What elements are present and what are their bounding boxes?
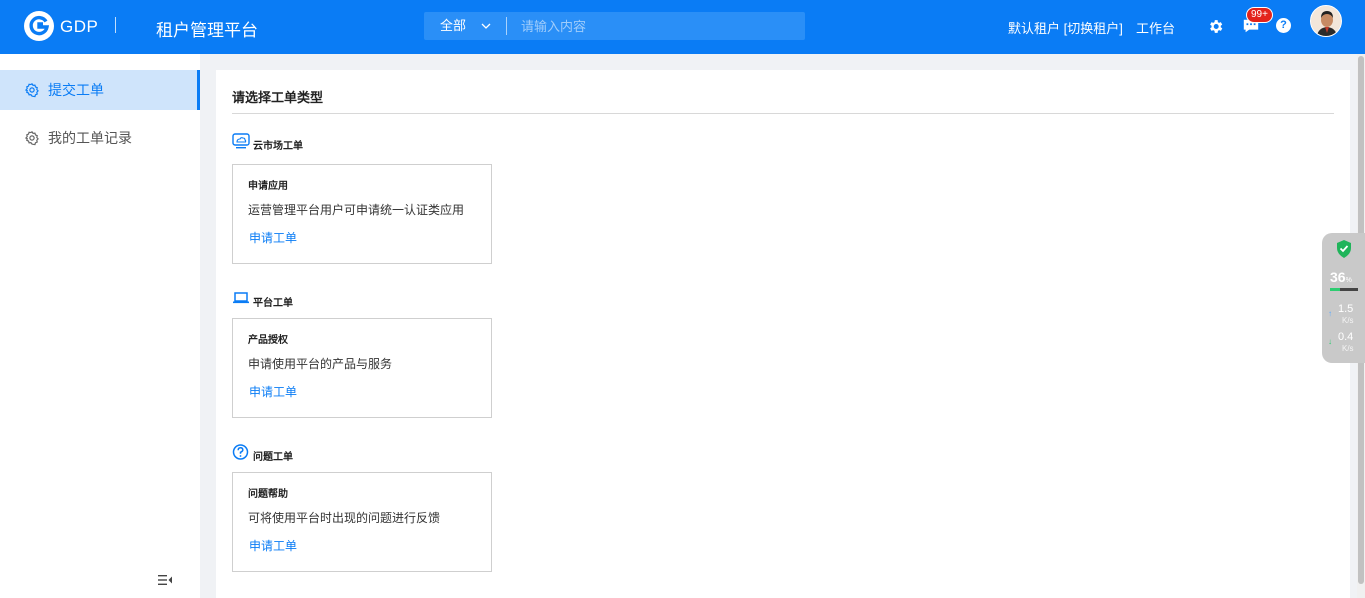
apply-ticket-link[interactable]: 申请工单 [249, 537, 297, 554]
card-title: 产品授权 [248, 335, 288, 346]
card-description: 运营管理平台用户可申请统一认证类应用 [248, 203, 465, 217]
download-arrow-icon: ↓ [1328, 337, 1332, 346]
section-heading: 云市场工单 [253, 141, 303, 152]
usage-bar [1330, 288, 1358, 291]
search-separator [506, 17, 507, 35]
card-description: 申请使用平台的产品与服务 [248, 357, 393, 371]
top-header: GDP 租户管理平台 全部 默认租户 [切换租户] 工作台 99+ ? [0, 0, 1365, 54]
settings-gear-icon[interactable] [1207, 18, 1224, 35]
workbench-link[interactable]: 工作台 [1136, 18, 1175, 37]
usage-percent-value: 36 [1330, 269, 1346, 285]
sidebar-item-label: 我的工单记录 [48, 130, 132, 146]
message-count-badge: 99+ [1246, 7, 1273, 23]
sidebar-item-submit-ticket[interactable]: 提交工单 [0, 70, 200, 110]
network-speed-widget[interactable]: 36% ↑ 1.5 K/s ↓ 0.4 K/s [1322, 233, 1365, 363]
global-search: 全部 [424, 12, 805, 40]
apply-ticket-link[interactable]: 申请工单 [249, 383, 297, 400]
card-title: 问题帮助 [248, 489, 288, 500]
download-speed-unit: K/s [1342, 344, 1354, 353]
usage-bar-fill [1330, 288, 1341, 291]
gdp-logo[interactable] [24, 11, 54, 41]
section-heading: 问题工单 [253, 452, 293, 463]
shield-check-icon [1337, 240, 1351, 258]
header-divider [115, 17, 116, 33]
usage-percent-unit: % [1345, 277, 1352, 284]
page-title: 请选择工单类型 [232, 90, 324, 105]
upload-arrow-icon: ↑ [1328, 309, 1332, 318]
search-scope-value: 全部 [440, 18, 467, 33]
user-avatar[interactable] [1310, 5, 1342, 37]
tenant-switcher[interactable]: 默认租户 [切换租户] [1008, 18, 1123, 37]
gear-icon [24, 83, 39, 98]
sidebar-item-my-tickets[interactable]: 我的工单记录 [0, 118, 200, 158]
avatar-image [1311, 6, 1341, 36]
upload-speed-unit: K/s [1342, 316, 1354, 325]
download-speed-value: 0.4 [1338, 331, 1354, 343]
app-title: 租户管理平台 [156, 21, 258, 40]
logo-text: GDP [60, 17, 99, 36]
main-panel: 请选择工单类型 云市场工单 申请应用 运营管理平台用户可申请统一认证类应用 申请… [216, 70, 1350, 598]
search-scope-select[interactable]: 全部 [424, 12, 506, 40]
usage-percent: 36% [1330, 269, 1352, 285]
apply-ticket-link[interactable]: 申请工单 [249, 229, 297, 246]
ticket-card-product-auth: 产品授权 申请使用平台的产品与服务 申请工单 [232, 318, 492, 418]
title-divider [232, 113, 1334, 114]
sidebar: 提交工单 我的工单记录 [0, 54, 200, 598]
help-icon[interactable]: ? [1276, 18, 1291, 33]
upload-speed-value: 1.5 [1338, 303, 1354, 315]
sidebar-item-label: 提交工单 [48, 82, 104, 98]
search-input[interactable] [521, 12, 791, 40]
ticket-card-issue-help: 问题帮助 可将使用平台时出现的问题进行反馈 申请工单 [232, 472, 492, 572]
cloud-monitor-icon [232, 133, 250, 149]
menu-collapse-icon[interactable] [157, 572, 173, 588]
laptop-icon [233, 292, 249, 304]
ticket-card-apply-app: 申请应用 运营管理平台用户可申请统一认证类应用 申请工单 [232, 164, 492, 264]
card-title: 申请应用 [248, 181, 288, 192]
question-circle-icon [232, 444, 249, 460]
chevron-down-icon [481, 23, 491, 29]
card-description: 可将使用平台时出现的问题进行反馈 [248, 511, 441, 525]
gear-icon [24, 131, 39, 146]
section-heading: 平台工单 [253, 298, 293, 309]
